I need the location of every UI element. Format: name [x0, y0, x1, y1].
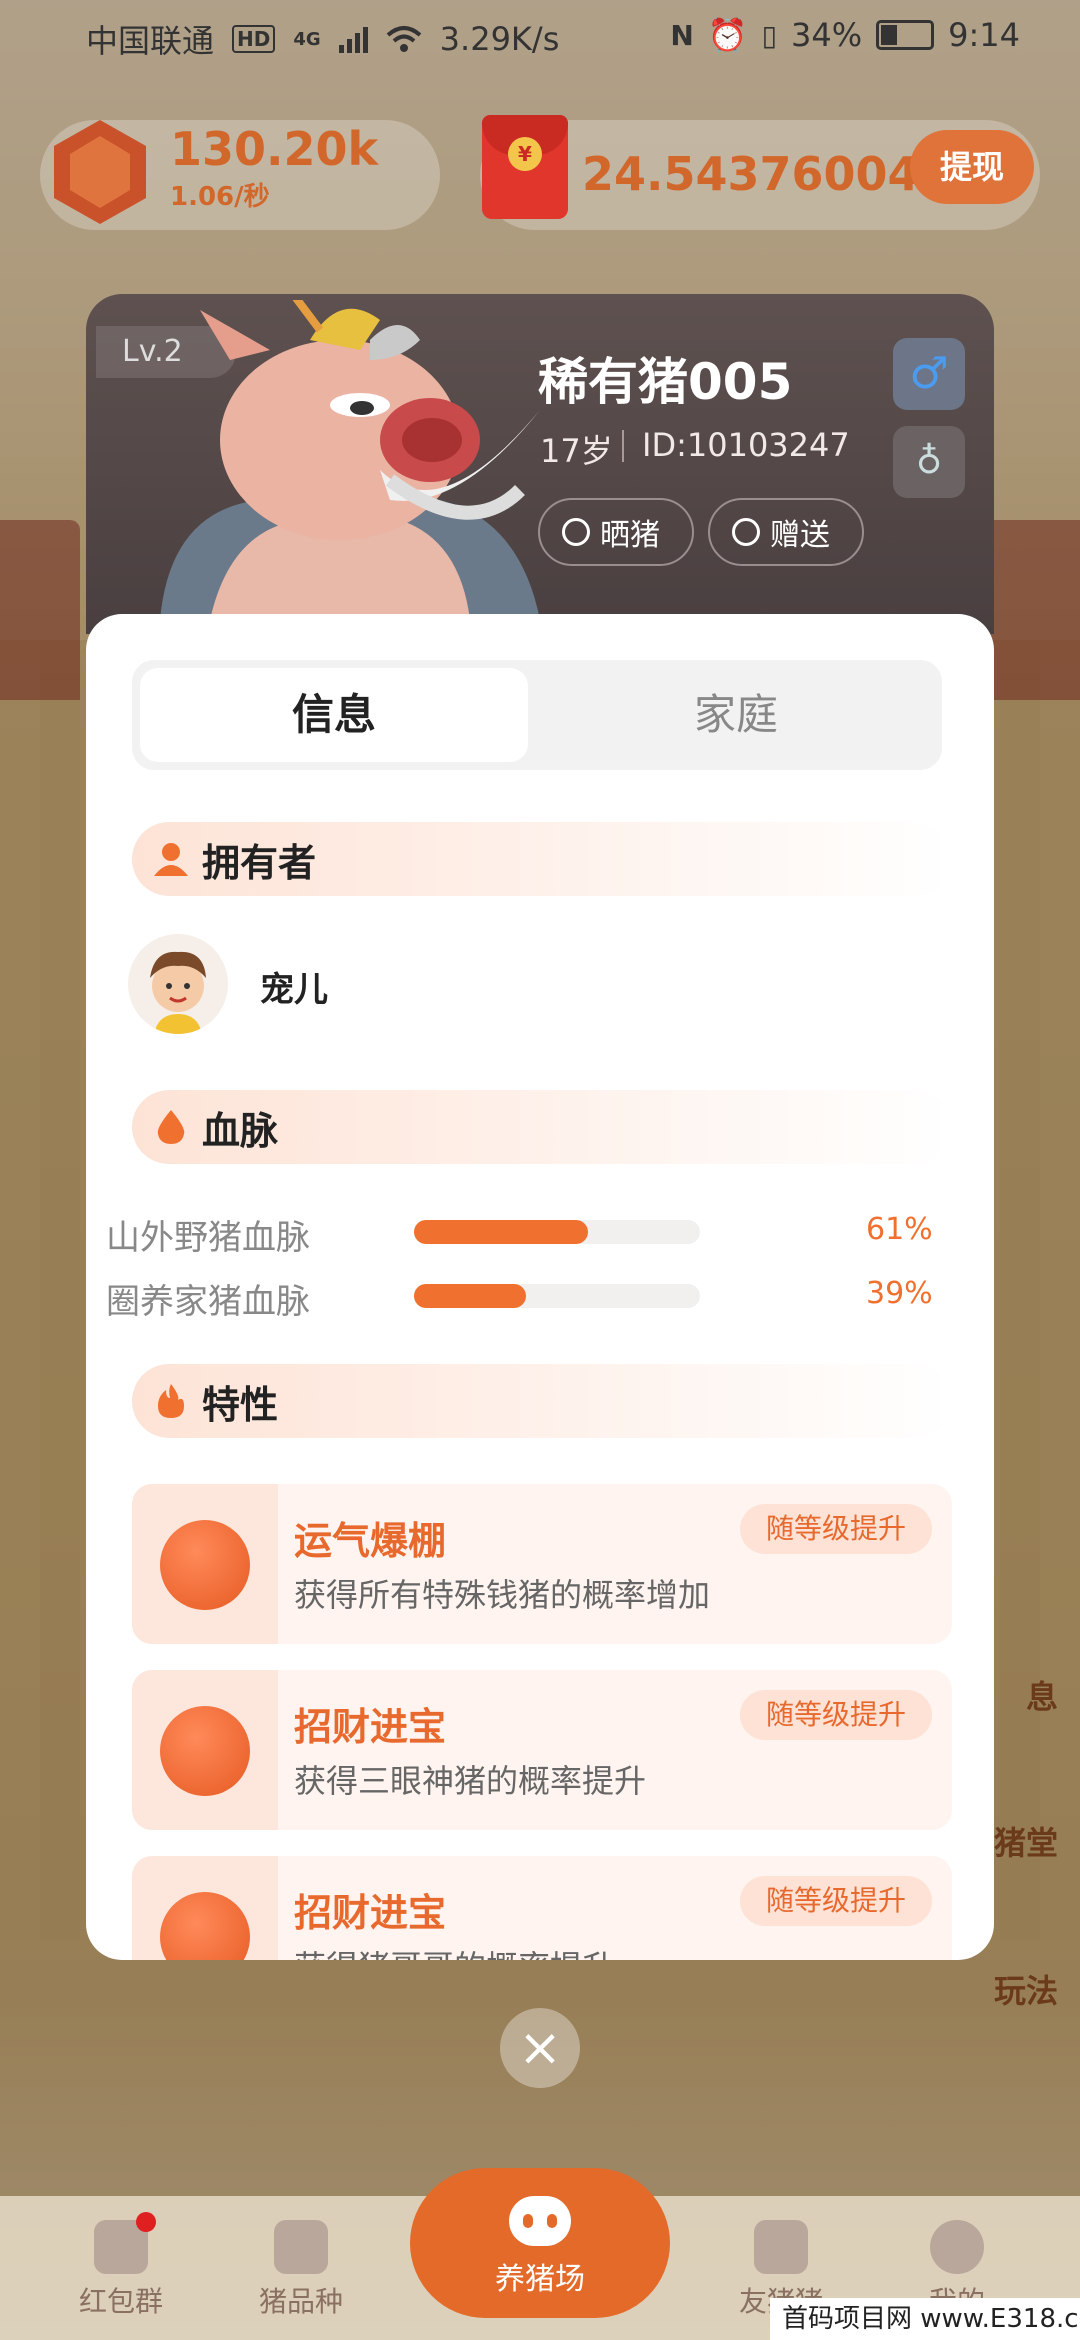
- bloodline-section-header: 血脉: [132, 1090, 952, 1164]
- tab-family[interactable]: 家庭: [542, 668, 930, 762]
- tab-bar: 信息 家庭: [132, 660, 942, 770]
- vibrate-icon: ▯: [761, 18, 778, 52]
- battery-icon: [876, 20, 935, 50]
- trait-tag: 随等级提升: [739, 1876, 932, 1926]
- show-pig-button[interactable]: 晒猪: [538, 498, 694, 566]
- notification-dot: [136, 2212, 156, 2232]
- pig-id: ID:10103247: [642, 426, 850, 464]
- pig-snout-icon: [509, 2196, 571, 2246]
- gift-button[interactable]: 赠送: [708, 498, 864, 566]
- laughing-face-icon: [160, 1520, 250, 1610]
- trait-card[interactable]: 招财进宝 获得猪哥哥的概率提升 随等级提升: [132, 1856, 952, 1960]
- nav-red-packet-group[interactable]: 红包群: [56, 2212, 186, 2320]
- trait-description: 获得猪哥哥的概率提升: [294, 1942, 614, 1960]
- pig-age: 17岁: [540, 432, 613, 470]
- gift-label: 赠送: [770, 518, 830, 553]
- blood-drop-icon: [157, 1110, 185, 1144]
- nav-pig-farm[interactable]: 养猪场: [410, 2168, 670, 2318]
- withdraw-button[interactable]: 提现: [910, 130, 1034, 204]
- trait-tag: 随等级提升: [739, 1690, 932, 1740]
- network-speed: 3.29K/s: [439, 20, 560, 58]
- transfer-icon: [732, 518, 760, 546]
- breed-book-icon: [274, 2220, 328, 2274]
- person-icon: [154, 843, 188, 876]
- nav-pig-breeds[interactable]: 猪品种: [236, 2220, 366, 2320]
- male-gender-icon[interactable]: ♂: [893, 338, 965, 410]
- bloodline-progress-track: [414, 1220, 700, 1244]
- owner-avatar[interactable]: [128, 934, 228, 1034]
- bloodline-progress-track: [414, 1284, 700, 1308]
- trait-card[interactable]: 运气爆棚 获得所有特殊钱猪的概率增加 随等级提升: [132, 1484, 952, 1644]
- red-packet-icon: [94, 2212, 156, 2274]
- bloodline-progress-fill: [414, 1284, 526, 1308]
- profile-icon: [930, 2220, 984, 2274]
- coin-amount: 130.20k: [170, 122, 379, 176]
- traits-section-title: 特性: [202, 1383, 279, 1427]
- network-type: 4G: [293, 28, 321, 50]
- heart-icon: [754, 2220, 808, 2274]
- owner-section-header: 拥有者: [132, 822, 952, 896]
- bloodline-label: 圈养家猪血脉: [106, 1282, 310, 1322]
- nav-label: 猪品种: [258, 2285, 343, 2318]
- trait-tag: 随等级提升: [739, 1504, 932, 1554]
- bloodline-percent: 61%: [866, 1212, 933, 1247]
- nav-label: 养猪场: [495, 2262, 585, 2297]
- side-label-message: 息: [1025, 1678, 1058, 1716]
- pig-info-panel: 信息 家庭 拥有者 宠儿 血脉 山外野猪血脉 61% 圈养家猪血脉 39% 特性…: [86, 614, 994, 1960]
- flame-icon: [158, 1384, 184, 1418]
- trait-description: 获得三眼神猪的概率提升: [294, 1762, 647, 1800]
- alarm-icon: ⏰: [707, 16, 748, 54]
- close-button[interactable]: ×: [500, 2008, 580, 2088]
- hd-icon: HD: [232, 25, 276, 53]
- pig-character-image: [160, 300, 540, 620]
- status-bar: 中国联通 HD 4G 3.29K/s N ⏰ ▯ 34% 9:14: [0, 0, 1080, 72]
- owner-section-title: 拥有者: [202, 841, 317, 885]
- carrier-label: 中国联通: [86, 22, 215, 60]
- bloodline-progress-fill: [414, 1220, 589, 1244]
- pig-name: 稀有猪005: [538, 353, 793, 411]
- trait-title: 运气爆棚: [294, 1519, 447, 1563]
- clock-time: 9:14: [948, 16, 1020, 54]
- signal-icon: [338, 25, 368, 53]
- side-label-guide: 玩法: [993, 1972, 1058, 2010]
- bloodline-percent: 39%: [866, 1276, 933, 1311]
- coin-rate: 1.06/秒: [170, 182, 270, 212]
- gem-icon: [54, 120, 146, 224]
- trait-card[interactable]: 招财进宝 获得三眼神猪的概率提升 随等级提升: [132, 1670, 952, 1830]
- bloodline-section-title: 血脉: [202, 1109, 279, 1153]
- red-envelope-icon: ¥: [482, 115, 568, 219]
- watermark: 首码项目网 www.E318.com: [770, 2298, 1080, 2340]
- side-label-hall: 猪堂: [993, 1824, 1058, 1862]
- cash-amount: 24.54376004元: [582, 147, 962, 201]
- trait-description: 获得所有特殊钱猪的概率增加: [294, 1576, 711, 1614]
- ring-icon[interactable]: ♁: [893, 426, 965, 498]
- trait-title: 招财进宝: [294, 1705, 447, 1749]
- bloodline-label: 山外野猪血脉: [106, 1218, 310, 1258]
- tab-info[interactable]: 信息: [140, 668, 528, 762]
- share-icon: [562, 518, 590, 546]
- show-pig-label: 晒猪: [600, 518, 660, 553]
- nfc-icon: N: [670, 18, 694, 52]
- wifi-icon: [386, 26, 421, 52]
- traits-section-header: 特性: [132, 1364, 952, 1438]
- laughing-face-icon: [160, 1706, 250, 1796]
- nav-label: 红包群: [78, 2285, 163, 2318]
- battery-percent: 34%: [791, 16, 863, 54]
- owner-name: 宠儿: [260, 970, 328, 1010]
- divider: [622, 430, 624, 462]
- trait-title: 招财进宝: [294, 1891, 447, 1935]
